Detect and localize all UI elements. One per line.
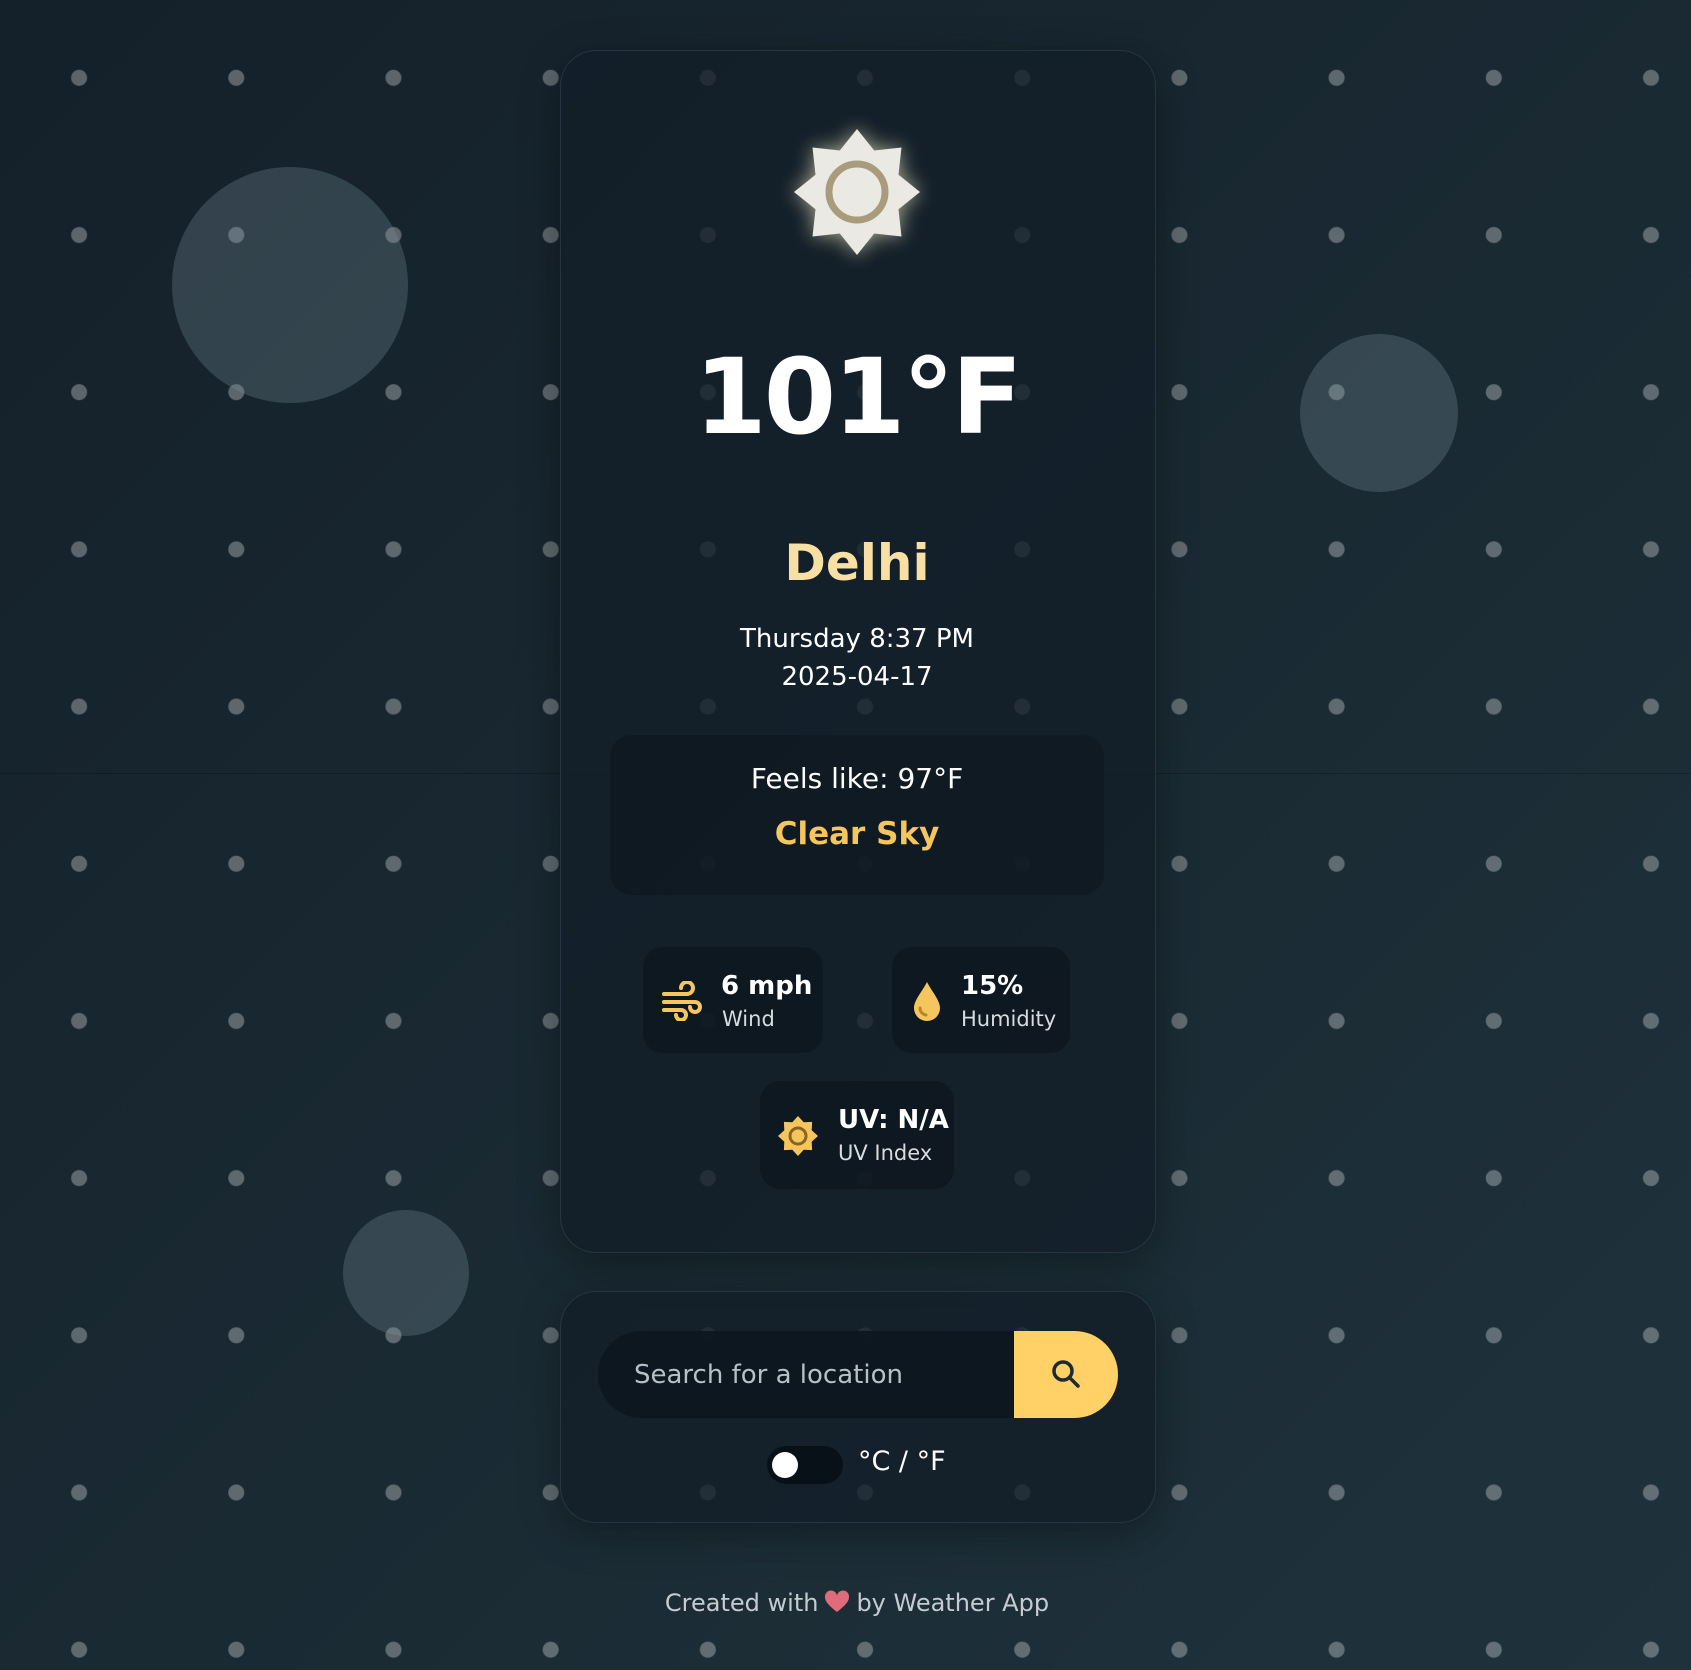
search-button[interactable] (1014, 1331, 1118, 1418)
sun-icon (778, 1116, 818, 1156)
search-input[interactable] (598, 1331, 1014, 1418)
weather-condition: Clear Sky (774, 816, 940, 852)
uv-stat: UV: N/A UV Index (760, 1081, 954, 1189)
unit-toggle-label: °C / °F (858, 1446, 946, 1477)
heart-icon (825, 1590, 850, 1612)
temperature: 101°F (694, 336, 1022, 458)
wind-icon (662, 981, 702, 1021)
unit-toggle-knob (772, 1452, 798, 1478)
footer: Created with by Weather App (560, 1590, 1154, 1615)
unit-toggle[interactable] (767, 1446, 843, 1484)
feels-like: Feels like: 97°F (750, 762, 964, 795)
day-time: Thursday 8:37 PM (740, 624, 974, 654)
humidity-stat: 15% Humidity (892, 947, 1070, 1053)
date: 2025-04-17 (781, 662, 933, 692)
uv-value: UV: N/A (838, 1105, 949, 1135)
humidity-value: 15% (961, 971, 1024, 1001)
wind-value: 6 mph (721, 971, 813, 1001)
background-bubble (172, 167, 408, 403)
background-bubble (1300, 334, 1458, 492)
water-drop-icon (914, 982, 940, 1021)
city-name: Delhi (784, 534, 930, 592)
background-bubble (343, 1210, 469, 1336)
wind-stat: 6 mph Wind (643, 947, 823, 1053)
feels-like-panel (610, 735, 1104, 895)
humidity-label: Humidity (961, 1007, 1057, 1031)
uv-label: UV Index (838, 1141, 933, 1165)
sun-icon (794, 129, 920, 255)
search-icon (1052, 1360, 1080, 1388)
footer-suffix: by Weather App (856, 1589, 1050, 1617)
footer-prefix: Created with (664, 1589, 819, 1617)
wind-label: Wind (722, 1007, 775, 1031)
